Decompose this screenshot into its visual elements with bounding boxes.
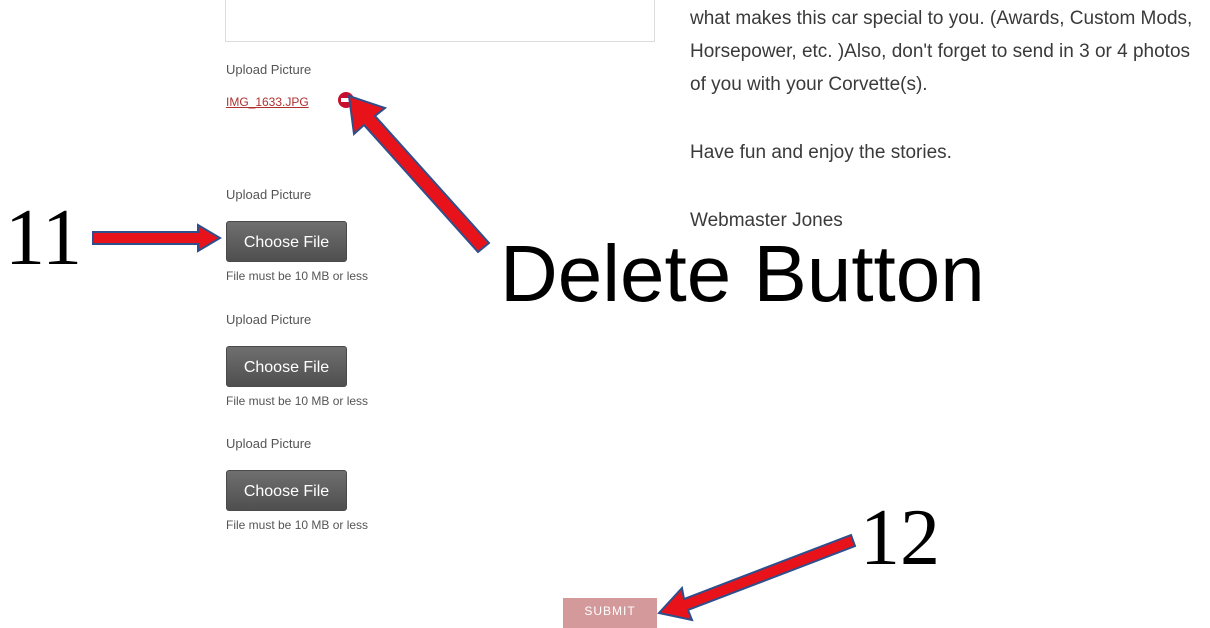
upload-picture-label: Upload Picture [226,312,312,327]
choose-file-button[interactable]: Choose File [226,470,347,511]
choose-file-button[interactable]: Choose File [226,346,347,387]
uploaded-file-link[interactable]: IMG_1633.JPG [226,95,309,109]
annotation-number-12: 12 [860,494,940,582]
file-size-note: File must be 10 MB or less [226,394,369,408]
upload-picture-label: Upload Picture [226,436,312,451]
minus-circle-icon[interactable] [338,92,354,108]
upload-picture-label: Upload Picture [226,62,312,77]
choose-file-button[interactable]: Choose File [226,221,347,262]
info-paragraph: what makes this car special to you. (Awa… [690,8,1193,95]
delete-button-callout: Delete Button [500,229,985,318]
description-textarea[interactable] [225,0,655,42]
arrow-delete [347,94,491,254]
info-closing: Have fun and enjoy the stories. [690,142,952,163]
file-size-note: File must be 10 MB or less [226,269,369,283]
arrow-12 [657,533,857,622]
arrow-11 [92,223,222,253]
annotation-number-11: 11 [5,194,83,282]
file-size-note: File must be 10 MB or less [226,518,369,532]
info-text: what makes this car special to you. (Awa… [690,2,1205,237]
upload-picture-label: Upload Picture [226,187,312,202]
